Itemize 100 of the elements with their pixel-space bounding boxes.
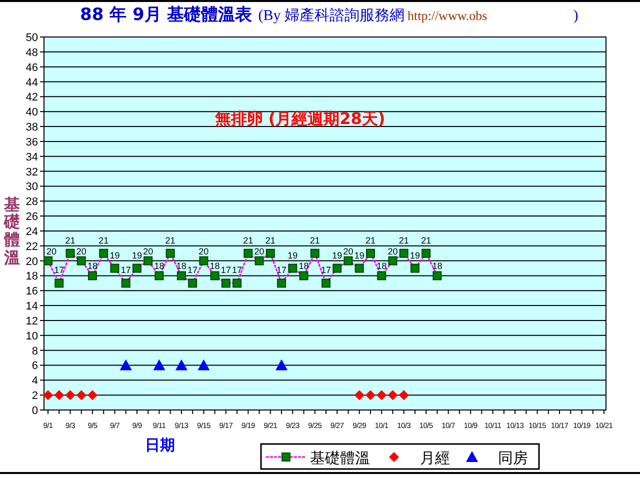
legend-label: 同房: [498, 449, 528, 467]
data-label: 18: [432, 261, 442, 272]
data-label: 21: [98, 235, 109, 246]
data-label: 21: [398, 235, 409, 246]
data-label: 17: [232, 265, 242, 276]
data-label: 19: [132, 250, 142, 260]
data-label: 21: [243, 235, 254, 246]
diamond-marker: [76, 390, 86, 400]
axis-tick-label: 44: [26, 76, 38, 89]
square-marker: [266, 248, 275, 258]
axis-tick-label: 36: [26, 136, 38, 148]
axis-tick-label: 38: [26, 122, 38, 134]
square-marker: [232, 278, 242, 288]
square-marker: [332, 264, 342, 273]
axis-tick-label: 46: [26, 62, 38, 74]
data-label: 21: [421, 235, 432, 246]
square-marker: [366, 248, 375, 258]
square-marker: [422, 248, 431, 258]
data-label: 19: [410, 250, 420, 260]
axis-tick-label: 0: [32, 405, 38, 417]
square-marker: [99, 248, 108, 258]
data-label: 21: [310, 235, 320, 246]
data-label: 18: [176, 261, 186, 272]
data-label: 20: [143, 246, 154, 256]
square-marker: [388, 256, 398, 266]
square-marker: [188, 278, 198, 288]
triangle-marker: [198, 359, 210, 370]
triangle-marker: [276, 359, 288, 370]
axis-tick-label: 20: [26, 256, 38, 268]
data-label: 18: [87, 261, 98, 272]
data-label: 17: [120, 265, 131, 276]
axis-tick-label: 28: [26, 196, 38, 208]
square-marker: [277, 278, 286, 288]
legend-line-icon: [266, 452, 306, 462]
axis-tick-label: 22: [26, 240, 38, 253]
diamond-marker: [388, 390, 398, 400]
data-label: 20: [46, 246, 56, 256]
data-label: 18: [154, 261, 164, 272]
axis-tick-label: 18: [26, 270, 38, 283]
square-marker: [88, 271, 97, 280]
data-label: 18: [298, 261, 309, 272]
axis-tick-label: 42: [26, 92, 38, 104]
square-marker: [199, 256, 208, 266]
data-label: 17: [220, 265, 231, 276]
axis-tick-label: 16: [26, 286, 38, 298]
data-label: 19: [110, 250, 120, 260]
data-label: 17: [54, 265, 64, 276]
diamond-marker: [365, 390, 376, 400]
triangle-marker: [175, 359, 188, 370]
square-marker: [144, 256, 153, 266]
diamond-marker: [87, 390, 98, 400]
square-marker: [132, 264, 142, 273]
diamond-marker: [376, 390, 387, 400]
square-marker: [66, 248, 75, 258]
axis-tick-label: 10: [26, 330, 38, 342]
square-marker: [44, 256, 52, 266]
triangle-marker: [153, 359, 166, 370]
axis-title: 日期: [145, 436, 175, 454]
diamond-marker: [354, 390, 364, 400]
diamond-marker: [54, 390, 64, 400]
axis-tick-label: 32: [26, 166, 38, 178]
square-marker: [166, 248, 175, 258]
legend-label: 月經: [420, 449, 450, 467]
legend-label: 基礎體溫: [310, 449, 370, 467]
data-label: 17: [321, 265, 331, 276]
square-marker: [399, 248, 408, 258]
data-label: 17: [188, 265, 198, 276]
square-marker: [354, 264, 364, 273]
axis-title: 基礎體溫: [4, 196, 20, 266]
square-marker: [310, 248, 320, 258]
chart-annotation: 無排卵 (月經週期28天): [214, 109, 386, 128]
axis-tick-label: 24: [26, 226, 38, 238]
square-marker: [54, 278, 64, 288]
data-label: 20: [388, 246, 398, 256]
square-marker: [410, 264, 420, 273]
axis-tick-label: 14: [26, 300, 38, 313]
triangle-marker: [120, 359, 132, 370]
data-label: 17: [276, 265, 287, 276]
data-label: 18: [376, 261, 387, 272]
axis-tick-label: 6: [32, 360, 38, 372]
square-marker: [377, 271, 386, 280]
data-label: 20: [198, 246, 209, 256]
axis-tick-label: 4: [32, 375, 38, 388]
data-label: 19: [354, 250, 364, 260]
diamond-marker: [43, 390, 53, 400]
square-marker: [121, 278, 130, 288]
data-label: 20: [343, 246, 354, 256]
axis-tick-label: 48: [26, 46, 38, 59]
data-label: 18: [210, 261, 220, 272]
diamond-marker: [65, 390, 76, 400]
square-marker: [254, 256, 264, 266]
data-label: 19: [332, 250, 342, 260]
chart-title: 88 年 9月 基礎體溫表 (By 婦產科諮詢服務網 http://www.obs ): [79, 4, 580, 28]
square-marker: [76, 256, 86, 266]
data-label: 21: [165, 235, 176, 246]
axis-tick-label: 34: [26, 151, 38, 164]
data-label: 20: [76, 246, 86, 256]
square-marker: [344, 256, 353, 266]
axis-tick-label: 26: [26, 211, 38, 224]
square-marker: [221, 278, 230, 288]
